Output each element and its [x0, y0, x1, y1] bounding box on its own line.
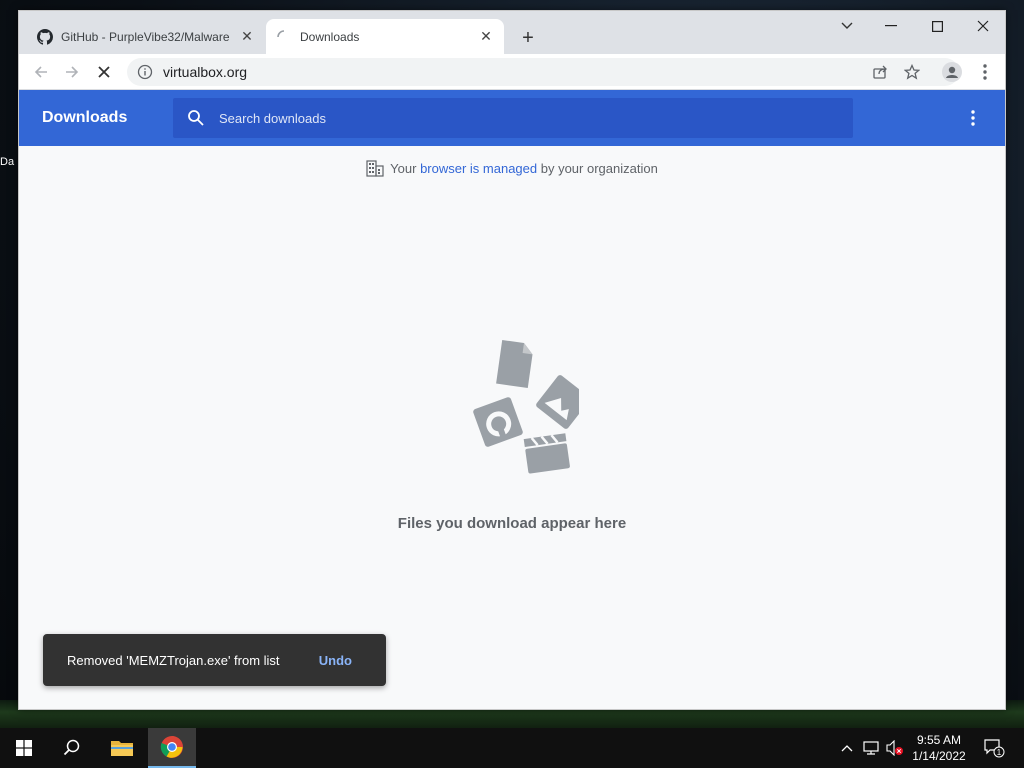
browser-managed-link[interactable]: browser is managed	[420, 161, 537, 176]
close-tab-icon[interactable]: ✕	[478, 28, 494, 45]
managed-prefix: Your	[390, 161, 421, 176]
clock-date: 1/14/2022	[912, 749, 966, 763]
tab-search-chevron-icon[interactable]	[824, 11, 870, 41]
volume-muted-icon[interactable]	[884, 728, 906, 768]
forward-button[interactable]	[60, 60, 84, 84]
github-icon	[37, 28, 53, 45]
file-explorer-button[interactable]	[98, 728, 146, 768]
taskbar: 9:55 AM 1/14/2022 1	[0, 728, 1024, 768]
notification-count: 1	[997, 748, 1002, 757]
tab-strip: GitHub - PurpleVibe32/Malware ✕ Download…	[19, 11, 1005, 54]
browser-menu-icon[interactable]	[973, 60, 997, 84]
chrome-icon	[160, 736, 183, 758]
action-center-button[interactable]: 1	[980, 728, 1008, 768]
toast-message: Removed 'MEMZTrojan.exe' from list	[67, 652, 280, 668]
toolbar: virtualbox.org	[19, 54, 1005, 90]
share-icon[interactable]	[868, 60, 892, 84]
tab-title: Downloads	[300, 29, 360, 44]
audio-file-icon	[473, 397, 523, 447]
clock-time: 9:55 AM	[916, 733, 962, 747]
bookmark-star-icon[interactable]	[900, 60, 924, 84]
document-file-icon	[496, 339, 533, 389]
windows-logo-icon	[16, 740, 32, 756]
empty-state-message: Files you download appear here	[397, 515, 627, 532]
close-tab-icon[interactable]: ✕	[239, 28, 255, 45]
downloads-header: Downloads Search downloads	[19, 90, 1005, 146]
search-icon	[63, 739, 80, 756]
browser-window: GitHub - PurpleVibe32/Malware ✕ Download…	[18, 10, 1006, 710]
loading-spinner-icon	[277, 29, 285, 37]
more-actions-icon[interactable]	[961, 106, 985, 130]
managed-suffix: by your organization	[537, 161, 658, 176]
system-clock[interactable]: 9:55 AM 1/14/2022	[906, 732, 972, 764]
tab-title: GitHub - PurpleVibe32/Malware	[61, 29, 230, 44]
page-title: Downloads	[42, 109, 128, 126]
video-file-icon	[523, 433, 570, 474]
site-info-icon[interactable]	[137, 64, 153, 80]
building-icon	[366, 160, 384, 177]
address-bar[interactable]: virtualbox.org	[127, 58, 959, 86]
removed-toast: Removed 'MEMZTrojan.exe' from list Undo	[43, 634, 386, 686]
desktop-icon-label[interactable]: Da	[0, 156, 14, 168]
maximize-button[interactable]	[914, 11, 960, 41]
start-button[interactable]	[0, 728, 48, 768]
show-hidden-icons-chevron-icon[interactable]	[838, 728, 856, 768]
back-button[interactable]	[29, 60, 53, 84]
network-icon[interactable]	[860, 728, 882, 768]
close-window-button[interactable]	[960, 11, 1006, 41]
search-taskbar-button[interactable]	[48, 728, 96, 768]
search-icon	[188, 110, 204, 126]
empty-downloads-illustration	[473, 339, 579, 474]
undo-button[interactable]: Undo	[319, 653, 352, 668]
new-tab-button[interactable]: +	[516, 26, 540, 50]
profile-avatar-icon[interactable]	[940, 60, 964, 84]
chrome-taskbar-button[interactable]	[148, 728, 196, 768]
search-downloads-input[interactable]: Search downloads	[173, 98, 853, 138]
folder-icon	[111, 741, 133, 756]
image-file-icon	[536, 375, 579, 429]
stop-loading-button[interactable]	[92, 60, 116, 84]
managed-notice: Your browser is managed by your organiza…	[19, 159, 1005, 177]
tab-downloads[interactable]: Downloads ✕	[266, 19, 504, 54]
tab-github[interactable]: GitHub - PurpleVibe32/Malware ✕	[27, 19, 265, 54]
minimize-button[interactable]	[868, 11, 914, 41]
notification-icon: 1	[984, 739, 1005, 758]
search-placeholder: Search downloads	[219, 110, 326, 126]
url-text: virtualbox.org	[163, 64, 248, 80]
